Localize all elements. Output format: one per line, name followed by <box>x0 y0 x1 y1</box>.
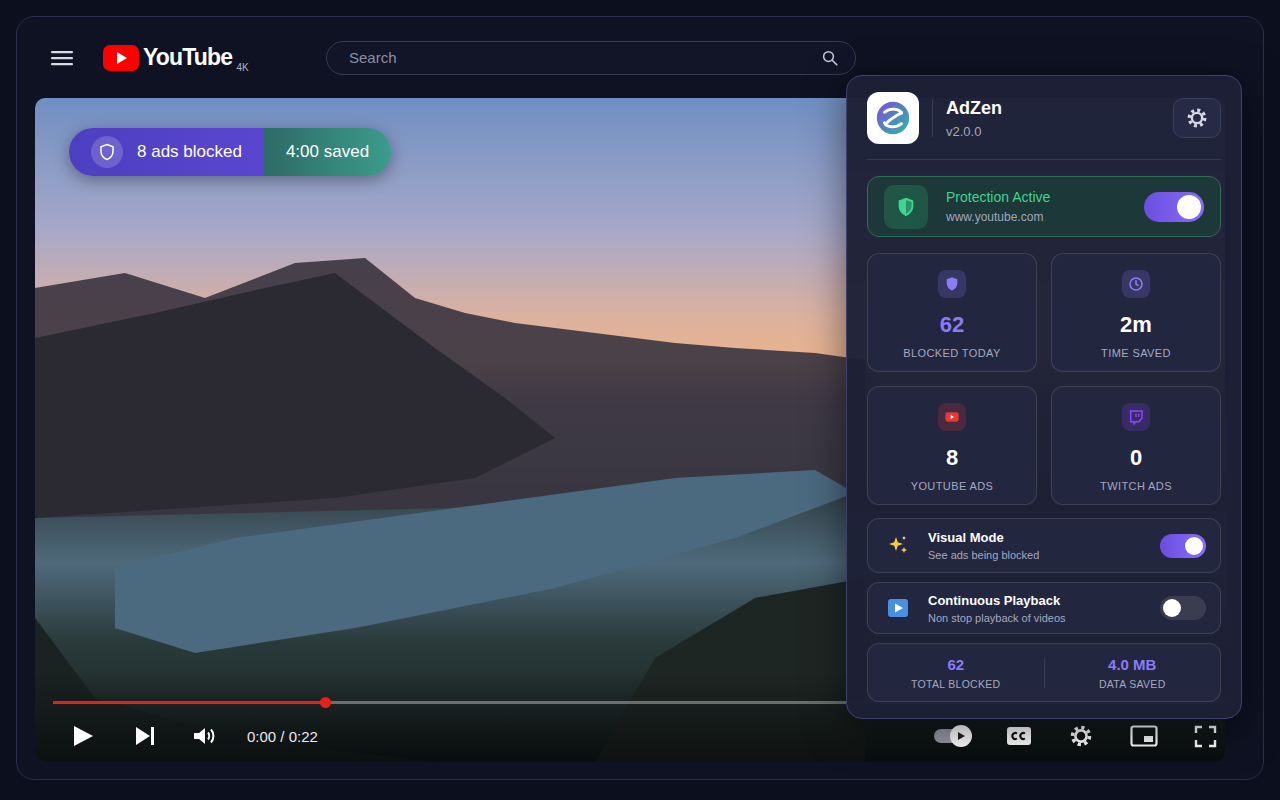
option-text: Visual Mode See ads being blocked <box>928 530 1039 561</box>
adzen-logo-icon <box>867 92 919 144</box>
captions-icon[interactable] <box>1006 726 1032 746</box>
play-square-icon <box>886 596 910 620</box>
time-saved-text: 4:00 saved <box>286 142 369 162</box>
option-subtitle: Non stop playback of videos <box>928 612 1066 624</box>
shield-icon <box>884 185 928 229</box>
stat-label: TIME SAVED <box>1101 347 1171 359</box>
option-row: Visual Mode See ads being blocked <box>867 518 1221 573</box>
next-icon[interactable] <box>134 725 156 747</box>
stat-value: 2m <box>1120 312 1152 338</box>
shield-icon <box>938 270 966 298</box>
search-box <box>326 41 856 75</box>
total-label: TOTAL BLOCKED <box>911 678 1000 690</box>
autoplay-wrap <box>934 729 970 743</box>
option-title: Continuous Playback <box>928 593 1066 608</box>
shield-icon <box>91 136 123 168</box>
youtube-logo[interactable]: YouTube 4K <box>103 42 303 73</box>
control-row: 0:00 / 0:22 <box>35 716 1225 756</box>
total-item: 4.0 MB DATA SAVED <box>1045 650 1221 696</box>
autoplay-play-icon <box>956 731 966 741</box>
volume-icon[interactable] <box>192 724 216 748</box>
stat-card: 62 BLOCKED TODAY <box>867 253 1037 372</box>
total-item: 62 TOTAL BLOCKED <box>868 650 1044 696</box>
youtube-play-icon <box>103 45 139 71</box>
popup-title: AdZen <box>946 98 1002 119</box>
toggle-switch[interactable] <box>1160 596 1206 620</box>
stats-grid: 62 BLOCKED TODAY 2m TIME SAVED 8 YOUTUBE ADS 0… <box>867 253 1221 505</box>
settings-button[interactable] <box>1173 98 1221 138</box>
total-value: 4.0 MB <box>1108 656 1156 673</box>
stat-value: 0 <box>1130 445 1142 471</box>
option-title: Visual Mode <box>928 530 1039 545</box>
youtube-icon <box>938 403 966 431</box>
stat-label: YOUTUBE ADS <box>911 480 994 492</box>
total-label: DATA SAVED <box>1099 678 1166 690</box>
gear-icon <box>1186 107 1208 129</box>
toggle-switch[interactable] <box>1144 192 1204 222</box>
menu-icon[interactable] <box>50 46 74 70</box>
play-icon[interactable] <box>72 724 94 748</box>
popup-header: AdZen v2.0.0 <box>867 92 1221 144</box>
stat-label: BLOCKED TODAY <box>903 347 1001 359</box>
time-saved-pill: 4:00 saved <box>264 128 391 176</box>
miniplayer-icon[interactable] <box>1130 725 1158 747</box>
popup-version: v2.0.0 <box>946 124 1002 139</box>
time-display: 0:00 / 0:22 <box>247 728 318 745</box>
stat-value: 8 <box>946 445 958 471</box>
blocked-badge: 8 ads blocked 4:00 saved <box>69 128 391 176</box>
ads-blocked-text: 8 ads blocked <box>137 142 242 162</box>
option-subtitle: See ads being blocked <box>928 549 1039 561</box>
toggle-switch[interactable] <box>1160 534 1206 558</box>
stat-card: 2m TIME SAVED <box>1051 253 1221 372</box>
stat-value: 62 <box>940 312 964 338</box>
search-icon[interactable] <box>821 49 839 67</box>
progress-knob[interactable] <box>320 697 331 708</box>
stat-card: 0 TWITCH ADS <box>1051 386 1221 505</box>
adzen-popup: AdZen v2.0.0 Protection Active www.youtu… <box>846 75 1242 719</box>
options-list: Visual Mode See ads being blocked Continuo… <box>867 518 1221 634</box>
protection-title: Protection Active <box>946 189 1050 205</box>
fullscreen-icon[interactable] <box>1194 725 1217 748</box>
ads-blocked-pill: 8 ads blocked <box>69 128 264 176</box>
logo-badge: 4K <box>236 62 248 73</box>
stat-label: TWITCH ADS <box>1100 480 1172 492</box>
search-input[interactable] <box>347 48 821 67</box>
protection-card: Protection Active www.youtube.com <box>867 176 1221 237</box>
option-row: Continuous Playback Non stop playback of … <box>867 582 1221 634</box>
totals-bar: 62 TOTAL BLOCKED 4.0 MB DATA SAVED <box>867 643 1221 702</box>
clock-icon <box>1122 270 1150 298</box>
protection-site: www.youtube.com <box>946 210 1050 224</box>
twitch-icon <box>1122 403 1150 431</box>
progress-fill <box>53 701 325 704</box>
stat-card: 8 YOUTUBE ADS <box>867 386 1037 505</box>
total-value: 62 <box>947 656 964 673</box>
app-window: YouTube 4K 8 ads blocked 4:00 saved <box>16 16 1264 780</box>
autoplay-toggle[interactable] <box>934 729 970 743</box>
option-text: Continuous Playback Non stop playback of … <box>928 593 1066 624</box>
settings-icon[interactable] <box>1069 724 1093 748</box>
logo-text: YouTube <box>143 44 232 71</box>
sparkle-icon <box>886 534 910 558</box>
